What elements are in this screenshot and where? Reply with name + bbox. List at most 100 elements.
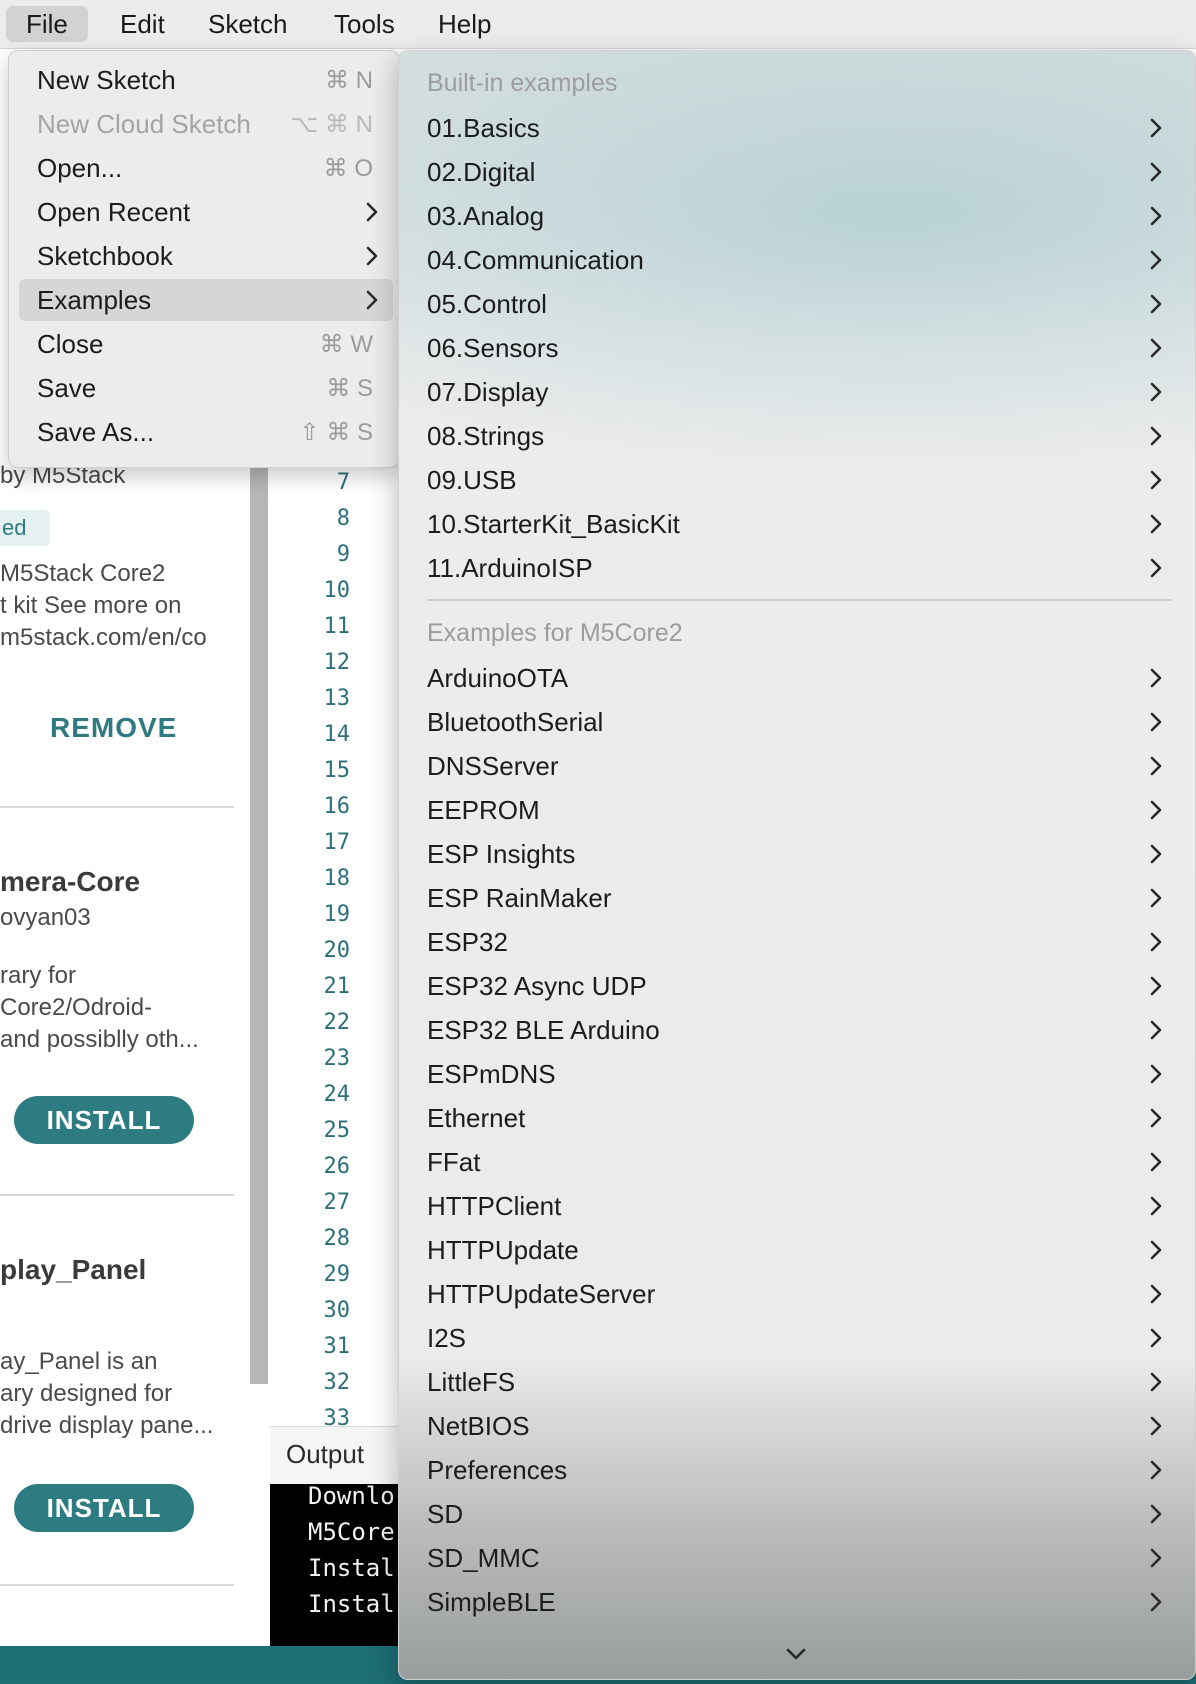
menu-item-label: EEPROM bbox=[427, 795, 540, 825]
line-number: 8 bbox=[336, 506, 350, 531]
file-menu-item-open[interactable]: Open... ⌘ O bbox=[19, 147, 393, 189]
example-item-10-starterkit-basickit[interactable]: 10.StarterKit_BasicKit bbox=[407, 503, 1185, 545]
board-example-item-sd-mmc[interactable]: SD_MMC bbox=[407, 1537, 1185, 1579]
menu-item-label: Sketchbook bbox=[37, 241, 173, 271]
chevron-right-icon bbox=[1149, 557, 1163, 584]
board-example-item-esp32[interactable]: ESP32 bbox=[407, 921, 1185, 963]
board-examples-header: Examples for M5Core2 bbox=[427, 619, 683, 647]
example-item-09-usb[interactable]: 09.USB bbox=[407, 459, 1185, 501]
menu-tools[interactable]: Tools bbox=[314, 6, 415, 42]
library-description-line: drive display pane... bbox=[0, 1412, 214, 1439]
board-example-item-simpleble[interactable]: SimpleBLE bbox=[407, 1581, 1185, 1623]
output-tab[interactable]: Output bbox=[286, 1439, 364, 1470]
board-example-item-httpupdate[interactable]: HTTPUpdate bbox=[407, 1229, 1185, 1271]
output-line: Instal bbox=[308, 1554, 395, 1582]
line-number: 32 bbox=[323, 1370, 351, 1395]
chevron-right-icon bbox=[1149, 469, 1163, 496]
chevron-right-icon bbox=[1149, 1415, 1163, 1442]
menu-item-label: LittleFS bbox=[427, 1367, 516, 1397]
example-item-06-sensors[interactable]: 06.Sensors bbox=[407, 327, 1185, 369]
menu-item-label: HTTPUpdate bbox=[427, 1235, 579, 1265]
chevron-right-icon bbox=[1149, 381, 1163, 408]
file-menu-item-open-recent[interactable]: Open Recent bbox=[19, 191, 393, 233]
file-menu-item-examples[interactable]: Examples bbox=[19, 279, 393, 321]
file-menu-item-new-sketch[interactable]: New Sketch ⌘ N bbox=[19, 59, 393, 101]
board-example-item-espmdns[interactable]: ESPmDNS bbox=[407, 1053, 1185, 1095]
menu-item-label: HTTPUpdateServer bbox=[427, 1279, 656, 1309]
library-description-line: Core2/Odroid- bbox=[0, 994, 153, 1021]
board-example-item-bluetoothserial[interactable]: BluetoothSerial bbox=[407, 701, 1185, 743]
library-description-line: t kit See more on bbox=[0, 592, 182, 619]
board-example-item-esp32-ble-arduino[interactable]: ESP32 BLE Arduino bbox=[407, 1009, 1185, 1051]
example-item-08-strings[interactable]: 08.Strings bbox=[407, 415, 1185, 457]
install-button[interactable]: INSTALL bbox=[14, 1484, 194, 1532]
menu-item-label: I2S bbox=[427, 1323, 467, 1353]
board-example-item-netbios[interactable]: NetBIOS bbox=[407, 1405, 1185, 1447]
file-menu-item-close[interactable]: Close ⌘ W bbox=[19, 323, 393, 365]
menu-item-label: FFat bbox=[427, 1147, 481, 1177]
line-number: 18 bbox=[323, 866, 351, 891]
menu-help[interactable]: Help bbox=[418, 6, 511, 42]
builtin-examples-header: Built-in examples bbox=[427, 69, 618, 97]
menu-item-label: Examples bbox=[37, 285, 152, 315]
example-item-07-display[interactable]: 07.Display bbox=[407, 371, 1185, 413]
menu-edit[interactable]: Edit bbox=[100, 6, 185, 42]
menu-item-label: 03.Analog bbox=[427, 201, 545, 231]
example-item-02-digital[interactable]: 02.Digital bbox=[407, 151, 1185, 193]
line-number: 17 bbox=[323, 830, 351, 855]
line-number: 12 bbox=[323, 650, 351, 675]
library-description-line: and possiblly oth... bbox=[0, 1026, 199, 1053]
board-example-item-arduinoota[interactable]: ArduinoOTA bbox=[407, 657, 1185, 699]
remove-button[interactable]: REMOVE bbox=[50, 712, 177, 744]
chevron-right-icon bbox=[1149, 1459, 1163, 1486]
board-example-item-esp32-async-udp[interactable]: ESP32 Async UDP bbox=[407, 965, 1185, 1007]
menu-file[interactable]: File bbox=[6, 6, 88, 42]
file-menu-item-sketchbook[interactable]: Sketchbook bbox=[19, 235, 393, 277]
library-description-line: ay_Panel is an bbox=[0, 1348, 158, 1375]
keyboard-shortcut: ⇧ ⌘ S bbox=[299, 419, 373, 446]
chevron-right-icon bbox=[1149, 1591, 1163, 1618]
example-item-11-arduinoisp[interactable]: 11.ArduinoISP bbox=[407, 547, 1185, 589]
file-menu-item-save-as[interactable]: Save As... ⇧ ⌘ S bbox=[19, 411, 393, 453]
menu-item-label: New Sketch bbox=[37, 65, 176, 95]
menu-item-label: 09.USB bbox=[427, 465, 517, 495]
output-line: M5Core bbox=[308, 1518, 395, 1546]
menu-item-label: ArduinoOTA bbox=[427, 663, 569, 693]
board-example-item-sd[interactable]: SD bbox=[407, 1493, 1185, 1535]
board-example-item-esp-rainmaker[interactable]: ESP RainMaker bbox=[407, 877, 1185, 919]
menu-item-label: 07.Display bbox=[427, 377, 549, 407]
board-example-item-httpclient[interactable]: HTTPClient bbox=[407, 1185, 1185, 1227]
menu-item-label: SimpleBLE bbox=[427, 1587, 556, 1617]
board-example-item-dnsserver[interactable]: DNSServer bbox=[407, 745, 1185, 787]
line-number: 28 bbox=[323, 1226, 351, 1251]
chevron-right-icon bbox=[1149, 117, 1163, 144]
menu-sketch[interactable]: Sketch bbox=[188, 6, 308, 42]
install-button[interactable]: INSTALL bbox=[14, 1096, 194, 1144]
board-example-item-ffat[interactable]: FFat bbox=[407, 1141, 1185, 1183]
board-example-item-i2s[interactable]: I2S bbox=[407, 1317, 1185, 1359]
chevron-right-icon bbox=[1149, 1503, 1163, 1530]
chevron-down-icon[interactable] bbox=[785, 1647, 807, 1666]
board-example-item-littlefs[interactable]: LittleFS bbox=[407, 1361, 1185, 1403]
file-menu-item-save[interactable]: Save ⌘ S bbox=[19, 367, 393, 409]
output-line: Instal bbox=[308, 1590, 395, 1618]
menu-item-label: NetBIOS bbox=[427, 1411, 530, 1441]
board-example-item-httpupdateserver[interactable]: HTTPUpdateServer bbox=[407, 1273, 1185, 1315]
board-example-item-preferences[interactable]: Preferences bbox=[407, 1449, 1185, 1491]
chevron-right-icon bbox=[1149, 1151, 1163, 1178]
divider bbox=[0, 1194, 234, 1196]
menu-item-label: Open Recent bbox=[37, 197, 191, 227]
example-item-01-basics[interactable]: 01.Basics bbox=[407, 107, 1185, 149]
library-description-line: ary designed for bbox=[0, 1380, 173, 1407]
example-item-05-control[interactable]: 05.Control bbox=[407, 283, 1185, 325]
example-item-04-communication[interactable]: 04.Communication bbox=[407, 239, 1185, 281]
board-example-item-esp-insights[interactable]: ESP Insights bbox=[407, 833, 1185, 875]
example-item-03-analog[interactable]: 03.Analog bbox=[407, 195, 1185, 237]
chevron-right-icon bbox=[1149, 1547, 1163, 1574]
chevron-right-icon bbox=[1149, 293, 1163, 320]
line-number: 14 bbox=[323, 722, 351, 747]
board-example-item-ethernet[interactable]: Ethernet bbox=[407, 1097, 1185, 1139]
chevron-right-icon bbox=[1149, 1371, 1163, 1398]
library-scrollbar[interactable] bbox=[250, 460, 268, 1384]
board-example-item-eeprom[interactable]: EEPROM bbox=[407, 789, 1185, 831]
